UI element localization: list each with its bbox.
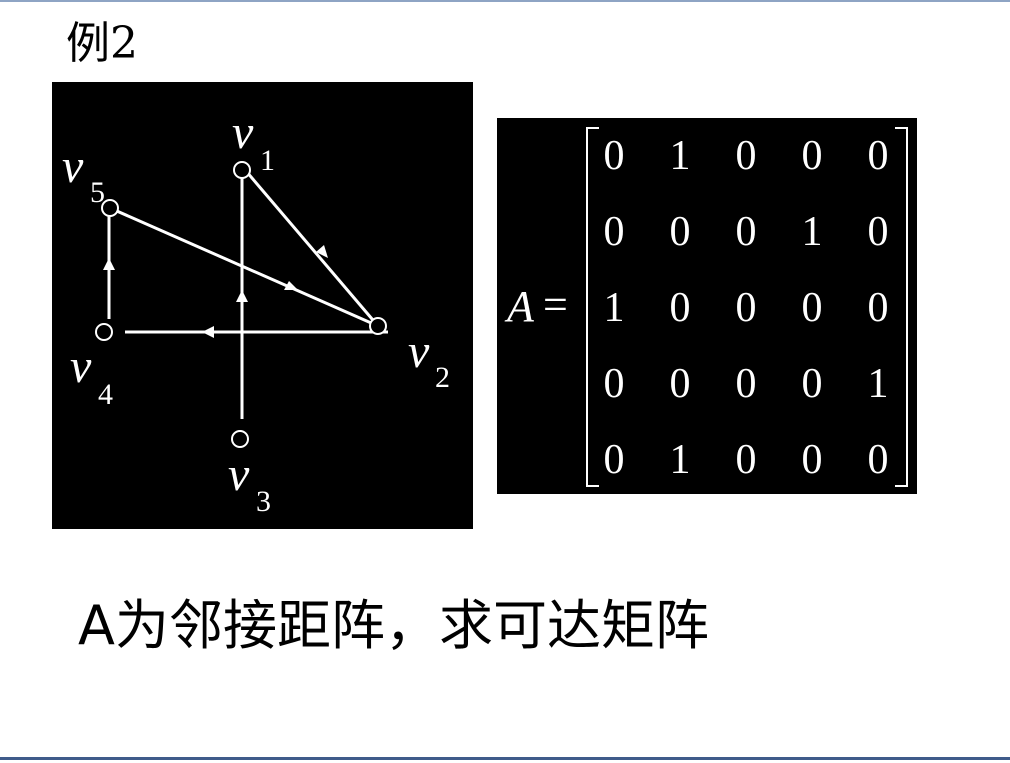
matrix-cell: 0 (736, 209, 757, 255)
label-v2-sub: 2 (435, 361, 450, 394)
bottom-rule (0, 757, 1010, 760)
matrix-cell: 0 (868, 209, 889, 255)
matrix-cell: 0 (604, 437, 625, 483)
matrix-cell: 1 (802, 209, 823, 255)
label-v4: v (70, 340, 92, 393)
matrix-cell: 0 (802, 361, 823, 407)
matrix-equals: = (543, 280, 568, 329)
label-v5: v (62, 140, 84, 193)
matrix-name: A (504, 282, 535, 331)
arrow-v4-v5 (103, 258, 115, 270)
vertex-v3 (231, 430, 249, 448)
directed-graph: v 1 v 2 v 3 v 4 v 5 (62, 106, 450, 518)
matrix-left-bracket (586, 127, 599, 487)
edge-v5-v2 (109, 206, 379, 328)
matrix-cell: 0 (802, 285, 823, 331)
slide-title: 例2 (66, 18, 138, 69)
vertex-v4 (95, 323, 113, 341)
matrix-cell: 0 (868, 285, 889, 331)
matrix-cell: 0 (670, 209, 691, 255)
matrix-cell: 1 (868, 361, 889, 407)
matrix-right-bracket (895, 127, 908, 487)
label-v2: v (408, 325, 430, 378)
matrix-cell: 0 (736, 285, 757, 331)
matrix-cell: 1 (670, 133, 691, 179)
matrix-cell: 0 (868, 133, 889, 179)
matrix-cell: 0 (736, 133, 757, 179)
directed-graph-panel: v 1 v 2 v 3 v 4 v 5 (52, 82, 473, 529)
label-v4-sub: 4 (98, 378, 113, 411)
vertex-v2 (369, 317, 387, 335)
label-v3-sub: 3 (256, 485, 271, 518)
label-v1-sub: 1 (260, 144, 275, 177)
arrow-v3-v1 (236, 290, 248, 302)
matrix-cell: 0 (736, 437, 757, 483)
matrix-cell: 0 (736, 361, 757, 407)
adjacency-matrix-panel: A = 0100000010100000000101000 (497, 118, 917, 494)
matrix-cell: 0 (670, 361, 691, 407)
label-v3: v (228, 448, 250, 501)
matrix-cells: 0 1 0 0 00 0 0 1 01 0 0 0 00 0 0 0 10 1 0 0 0 (604, 133, 889, 483)
label-v1: v (232, 106, 254, 159)
matrix-cell: 1 (670, 437, 691, 483)
matrix-cell: 1 (604, 285, 625, 331)
matrix-cell: 0 (604, 361, 625, 407)
caption: A为邻接距阵，求可达矩阵 (78, 594, 709, 657)
matrix-cell: 0 (802, 437, 823, 483)
arrow-v2-v4 (202, 326, 214, 338)
vertex-v1 (233, 161, 251, 179)
matrix-cell: 0 (604, 133, 625, 179)
top-rule (0, 0, 1010, 2)
matrix-cell: 0 (604, 209, 625, 255)
label-v5-sub: 5 (90, 176, 105, 209)
matrix-cell: 0 (802, 133, 823, 179)
matrix-cell: 0 (670, 285, 691, 331)
adjacency-matrix: A = 0 1 0 0 00 0 0 1 01 0 0 0 00 0 0 0 10 1 0 0 0 (504, 127, 908, 487)
matrix-cell: 0 (868, 437, 889, 483)
edge-v1-v2 (244, 170, 380, 327)
